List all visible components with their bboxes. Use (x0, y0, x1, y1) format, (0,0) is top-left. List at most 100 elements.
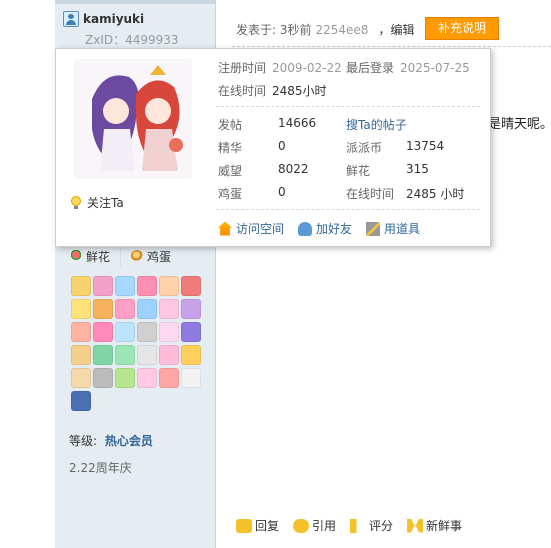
medal-icon[interactable] (159, 368, 179, 388)
username-row[interactable]: kamiyuki (63, 11, 144, 27)
visit-space-button[interactable]: 访问空间 (218, 220, 284, 237)
coin-value: 13754 (406, 139, 445, 153)
post-meta-divider (232, 46, 551, 47)
posts-label: 发帖 (218, 118, 243, 132)
medal-icon[interactable] (71, 345, 91, 365)
visit-space-label: 访问空间 (236, 222, 285, 236)
quote-button[interactable]: 引用 (293, 517, 336, 534)
rate-button[interactable]: 评分 (350, 517, 393, 534)
medal-icon[interactable] (71, 322, 91, 342)
news-button[interactable]: 新鲜事 (407, 517, 462, 534)
popup-divider (216, 106, 480, 107)
medal-icon[interactable] (159, 276, 179, 296)
medal-icon[interactable] (71, 276, 91, 296)
online-time-value: 2485小时 (272, 84, 327, 98)
prestige-label: 威望 (218, 164, 243, 178)
reply-label: 回复 (255, 519, 280, 533)
medal-icon[interactable] (181, 276, 201, 296)
reply-button[interactable]: 回复 (236, 517, 279, 534)
register-time: 注册时间 2009-02-22 (218, 59, 342, 76)
online-time-2-value: 2485 小时 (406, 187, 465, 201)
quote-label: 引用 (312, 519, 337, 533)
medal-icon[interactable] (93, 368, 113, 388)
digest-label: 精华 (218, 141, 243, 155)
popup-actions: 访问空间 加好友 用道具 (218, 220, 420, 237)
add-friend-label: 加好友 (316, 222, 353, 236)
follow-label: 关注Ta (87, 196, 124, 210)
medal-icon[interactable] (93, 276, 113, 296)
medal-icon[interactable] (137, 276, 157, 296)
medal-icon[interactable] (137, 345, 157, 365)
user-info-popup: 关注Ta 注册时间 2009-02-22 最后登录 2025-07-25 在线时间 2… (55, 48, 491, 247)
use-item-button[interactable]: 用道具 (366, 220, 420, 237)
online-time-label: 在线时间 (218, 84, 267, 98)
medal-icon[interactable] (115, 276, 135, 296)
sidebar-top-border (55, 0, 215, 4)
edit-link[interactable]: ，编辑 (378, 21, 414, 38)
flower-button[interactable]: 鲜花 (86, 248, 110, 265)
medal-icon[interactable] (159, 322, 179, 342)
medal-icon[interactable] (115, 322, 135, 342)
medal-icon[interactable] (137, 368, 157, 388)
news-icon (407, 518, 424, 533)
egg-button[interactable]: 鸡蛋 (147, 248, 171, 265)
medal-icon[interactable] (71, 391, 91, 411)
medal-grid (71, 276, 207, 411)
level-value[interactable]: 热心会员 (105, 434, 153, 448)
coin-label: 派派币 (346, 141, 383, 155)
flower-icon (70, 250, 82, 262)
reply-icon (236, 518, 252, 533)
medal-icon[interactable] (115, 368, 135, 388)
bulb-icon (71, 195, 81, 210)
medal-icon[interactable] (181, 299, 201, 319)
medal-icon[interactable] (115, 299, 135, 319)
username[interactable]: kamiyuki (83, 12, 144, 26)
plus-one-icon (350, 518, 367, 533)
flower-egg-separator (120, 246, 122, 266)
home-icon (218, 221, 232, 236)
medal-icon[interactable] (93, 345, 113, 365)
flower-egg-row: 鲜花 鸡蛋 (70, 246, 171, 266)
use-item-label: 用道具 (384, 222, 421, 236)
popup-divider-2 (216, 209, 480, 210)
flowers-label: 鲜花 (346, 164, 371, 178)
eggs-value: 0 (278, 185, 286, 199)
online-time-2-label: 在线时间 (346, 187, 395, 201)
supplement-button[interactable]: 补充说明 (425, 17, 499, 40)
follow-button[interactable]: 关注Ta (71, 194, 124, 211)
zxid: ZxID：4499933 (85, 33, 179, 47)
medal-icon[interactable] (181, 345, 201, 365)
medal-icon[interactable] (159, 345, 179, 365)
flowers-value: 315 (406, 162, 429, 176)
medal-icon[interactable] (71, 299, 91, 319)
post-time: 发表于: 3秒前 (236, 23, 312, 37)
post-id: 2254ee8 (315, 22, 369, 37)
prestige-value: 8022 (278, 162, 309, 176)
avatar[interactable] (74, 59, 192, 179)
medal-icon[interactable] (137, 322, 157, 342)
add-friend-icon (298, 221, 313, 236)
wand-icon (366, 221, 381, 236)
search-posts-link[interactable]: 搜Ta的帖子 (346, 116, 407, 133)
medal-icon[interactable] (71, 368, 91, 388)
register-time-value: 2009-02-22 (272, 61, 342, 75)
user-level: 等级: 热心会员 (69, 432, 153, 449)
last-login: 最后登录 2025-07-25 (346, 59, 470, 76)
medal-icon[interactable] (159, 299, 179, 319)
add-friend-button[interactable]: 加好友 (298, 220, 352, 237)
last-login-label: 最后登录 (346, 61, 395, 75)
anniversary-badge: 2.22周年庆 (69, 461, 132, 475)
rate-label: 评分 (369, 519, 394, 533)
avatar-illustration (74, 59, 192, 179)
medal-icon[interactable] (93, 322, 113, 342)
medal-icon[interactable] (93, 299, 113, 319)
medal-icon[interactable] (181, 322, 201, 342)
user-online-icon (63, 11, 79, 27)
medal-icon[interactable] (115, 345, 135, 365)
post-meta: 发表于: 3秒前 2254ee8 ，编辑 (236, 21, 414, 38)
medal-icon[interactable] (137, 299, 157, 319)
medal-icon[interactable] (181, 368, 201, 388)
post-actions: 回复 引用 评分 新鲜事 (236, 517, 462, 534)
last-login-value: 2025-07-25 (400, 61, 470, 75)
eggs-label: 鸡蛋 (218, 187, 243, 201)
